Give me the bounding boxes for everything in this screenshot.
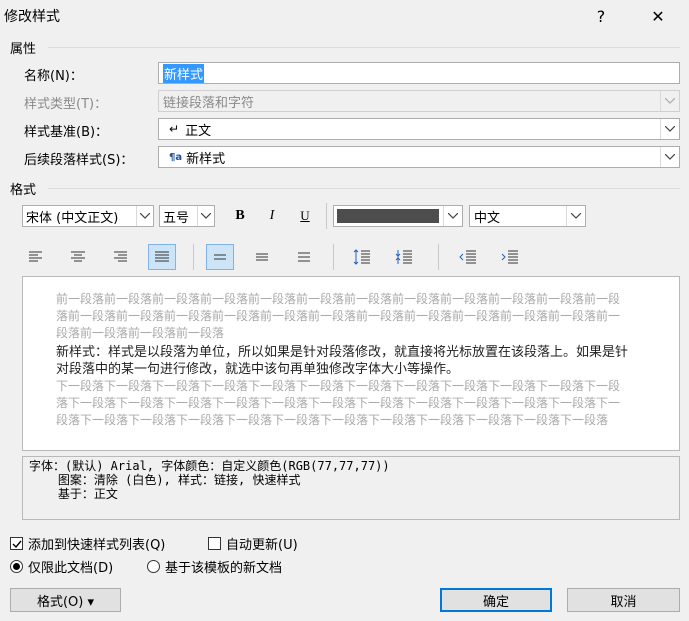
style-preview: 前一段落前一段落前一段落前一段落前一段落前一段落前一段落前一段落前一段落前一段落… <box>22 276 680 451</box>
align-center-icon[interactable] <box>64 244 92 270</box>
increase-indent-icon[interactable] <box>496 244 524 270</box>
properties-section-label: 属性 <box>10 42 37 57</box>
toolbar-separator <box>193 244 194 270</box>
linked-style-icon: ¶a <box>169 151 183 163</box>
description-line: 字体：(默认) Arial, 字体颜色：自定义颜色(RGB(77,77,77)) <box>29 459 390 473</box>
properties-divider <box>48 47 680 48</box>
only-this-document-label: 仅限此文档(D) <box>28 561 114 576</box>
based-on-value: 正文 <box>185 123 212 139</box>
preview-main-paragraph: 新样式：样式是以段落为单位，所以如果是针对段落修改，就直接将光标放置在该段落上。… <box>56 345 629 377</box>
align-justify-icon[interactable] <box>148 244 176 270</box>
toolbar-separator <box>326 203 327 229</box>
font-color-swatch <box>337 209 439 223</box>
size-value: 五号 <box>163 210 190 226</box>
name-input-value: 新样式 <box>163 63 205 83</box>
format-section-label: 格式 <box>10 183 37 198</box>
format-divider <box>48 188 680 189</box>
toolbar-separator <box>438 244 439 270</box>
radio-selected-icon <box>10 560 23 573</box>
radio-unselected-icon <box>147 560 160 573</box>
decrease-indent-icon[interactable] <box>454 244 482 270</box>
one-half-spacing-icon[interactable] <box>248 244 276 270</box>
single-spacing-icon[interactable] <box>206 244 234 270</box>
chevron-down-icon <box>660 119 679 139</box>
double-spacing-icon[interactable] <box>290 244 318 270</box>
decrease-spacing-icon[interactable] <box>390 244 418 270</box>
align-right-icon[interactable] <box>106 244 134 270</box>
increase-spacing-icon[interactable] <box>348 244 376 270</box>
chevron-down-icon <box>443 206 462 226</box>
chevron-down-icon <box>566 206 585 226</box>
paragraph-mark-icon: ↵ <box>169 122 180 136</box>
size-select[interactable]: 五号 <box>159 205 215 227</box>
based-on-label: 样式基准(B)： <box>24 125 109 140</box>
align-left-icon[interactable] <box>22 244 50 270</box>
toolbar-separator <box>333 244 334 270</box>
style-description: 字体：(默认) Arial, 字体颜色：自定义颜色(RGB(77,77,77))… <box>22 456 680 520</box>
preview-previous-paragraph: 前一段落前一段落前一段落前一段落前一段落前一段落前一段落前一段落前一段落前一段落… <box>56 292 621 340</box>
dialog-title: 修改样式 <box>4 9 60 25</box>
auto-update-checkbox[interactable]: 自动更新(U) <box>208 534 298 553</box>
add-quick-style-checkbox[interactable]: 添加到快速样式列表(Q) <box>10 534 165 553</box>
checkbox-unchecked-icon <box>208 537 221 550</box>
new-documents-radio[interactable]: 基于该模板的新文档 <box>147 557 282 576</box>
help-button[interactable]: ? <box>584 0 618 32</box>
style-type-value: 链接段落和字符 <box>163 95 255 111</box>
chevron-down-icon <box>660 91 679 111</box>
auto-update-label: 自动更新(U) <box>226 538 298 553</box>
font-color-select[interactable] <box>333 205 463 227</box>
style-type-select: 链接段落和字符 <box>158 90 680 112</box>
chevron-down-icon <box>197 206 214 226</box>
close-icon: ✕ <box>651 6 665 26</box>
name-label: 名称(N)： <box>24 69 83 84</box>
only-this-document-radio[interactable]: 仅限此文档(D) <box>10 557 113 576</box>
bold-button[interactable]: B <box>226 203 254 229</box>
close-button[interactable]: ✕ <box>641 0 675 32</box>
description-line: 图案：清除 (白色), 样式：链接, 快速样式 <box>29 473 301 487</box>
help-icon: ? <box>596 6 606 26</box>
italic-button[interactable]: I <box>258 203 286 229</box>
next-style-label: 后续段落样式(S)： <box>24 153 134 168</box>
style-type-label: 样式类型(T)： <box>24 97 108 112</box>
new-documents-label: 基于该模板的新文档 <box>165 561 283 576</box>
cancel-button[interactable]: 取消 <box>567 588 680 612</box>
font-select[interactable]: 宋体 (中文正文) <box>22 205 154 227</box>
based-on-select[interactable]: ↵ 正文 <box>158 118 680 140</box>
next-style-select[interactable]: ¶a 新样式 <box>158 146 680 168</box>
chevron-down-icon <box>660 147 679 167</box>
underline-button[interactable]: U <box>291 203 319 229</box>
ok-button[interactable]: 确定 <box>440 588 552 612</box>
name-input[interactable]: 新样式 <box>158 62 680 84</box>
font-value: 宋体 (中文正文) <box>26 210 119 226</box>
checkbox-checked-icon <box>10 537 23 550</box>
language-value: 中文 <box>474 210 501 226</box>
add-quick-style-label: 添加到快速样式列表(Q) <box>28 538 166 553</box>
format-menu-button[interactable]: 格式(O) ▾ <box>10 588 121 612</box>
chevron-down-icon <box>136 206 153 226</box>
description-line: 基于：正文 <box>29 487 118 501</box>
language-select[interactable]: 中文 <box>469 205 586 227</box>
preview-next-paragraph: 下一段落下一段落下一段落下一段落下一段落下一段落下一段落下一段落下一段落下一段落… <box>56 379 621 427</box>
next-style-value: 新样式 <box>186 151 226 167</box>
